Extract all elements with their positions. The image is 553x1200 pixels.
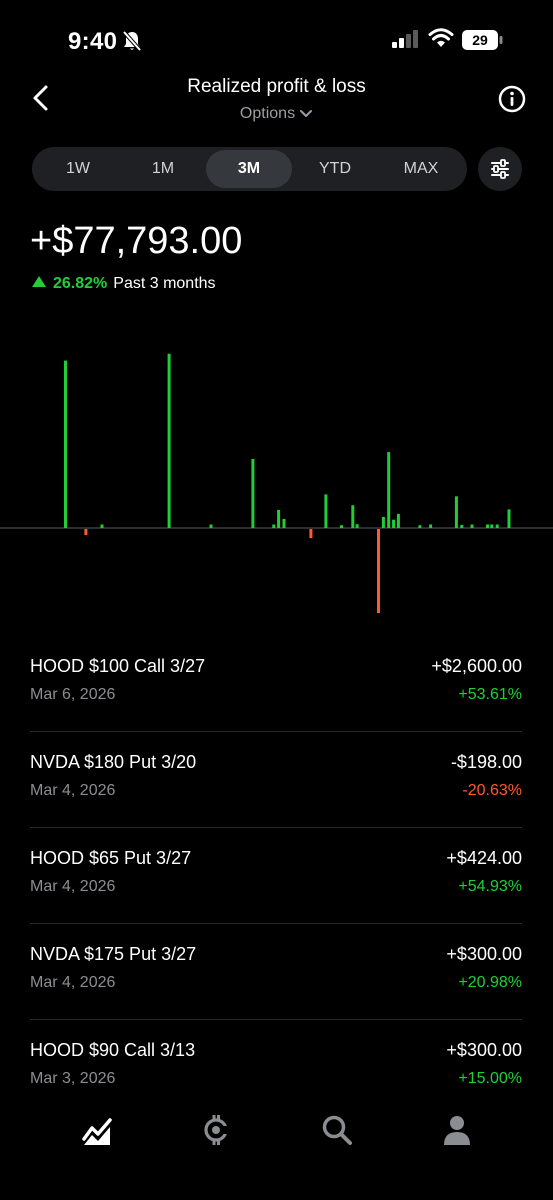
search-icon[interactable]: [320, 1113, 354, 1147]
battery-level: 29: [472, 32, 488, 48]
chart-bar[interactable]: [277, 509, 281, 528]
trade-date: Mar 4, 2026: [30, 782, 116, 799]
category-dropdown[interactable]: Options: [0, 105, 553, 123]
status-bar: 9:40 29: [0, 0, 553, 80]
wifi-icon: [428, 28, 454, 47]
sliders-icon: [491, 159, 509, 179]
change-summary: 26.82% Past 3 months: [32, 275, 216, 293]
trade-row[interactable]: HOOD $100 Call 3/27 Mar 6, 2026 +$2,600.…: [0, 636, 553, 732]
chart-bar[interactable]: [340, 525, 343, 528]
tab-1w[interactable]: 1W: [35, 150, 121, 188]
chart-bar[interactable]: [377, 529, 380, 613]
chart-bar[interactable]: [490, 524, 494, 529]
chart-bar[interactable]: [429, 524, 433, 529]
chevron-down-icon: [300, 109, 313, 117]
status-time: 9:40: [68, 28, 118, 55]
chart-bar[interactable]: [282, 519, 286, 528]
trade-value: +$424.00: [446, 848, 522, 868]
chart-bar[interactable]: [272, 524, 276, 529]
trade-date: Mar 4, 2026: [30, 974, 116, 991]
chart-bar[interactable]: [507, 509, 511, 528]
trade-percent: +15.00%: [458, 1070, 522, 1087]
trades-list: HOOD $100 Call 3/27 Mar 6, 2026 +$2,600.…: [0, 636, 553, 1116]
trade-value: -$198.00: [450, 752, 522, 772]
change-period: Past 3 months: [113, 275, 216, 292]
chart-bar[interactable]: [251, 459, 255, 528]
trade-date: Mar 3, 2026: [30, 1070, 116, 1087]
category-dropdown-label: Options: [239, 105, 296, 122]
trade-value: +$300.00: [446, 1040, 522, 1060]
total-realized-amount: +$77,793.00: [30, 220, 243, 262]
bell-muted-icon: [122, 30, 142, 52]
chart-bar[interactable]: [495, 524, 499, 529]
info-icon[interactable]: [497, 84, 527, 114]
trade-row[interactable]: NVDA $180 Put 3/20 Mar 4, 2026 -$198.00 …: [0, 732, 553, 828]
trade-date: Mar 6, 2026: [30, 686, 116, 703]
trade-name: NVDA $180 Put 3/20: [30, 752, 197, 772]
chart-bar[interactable]: [309, 529, 313, 539]
chart-bar[interactable]: [454, 496, 458, 528]
trade-value: +$300.00: [446, 944, 522, 964]
chart-bar[interactable]: [351, 505, 355, 528]
change-percent: 26.82%: [53, 275, 108, 292]
trade-row[interactable]: NVDA $175 Put 3/27 Mar 4, 2026 +$300.00 …: [0, 924, 553, 1020]
chart-bar[interactable]: [460, 524, 464, 528]
trade-date: Mar 4, 2026: [30, 878, 116, 895]
chart-bar[interactable]: [486, 524, 489, 529]
signal-icon: [392, 30, 418, 48]
chart-bar[interactable]: [355, 524, 359, 528]
up-triangle-icon: [32, 276, 46, 287]
filter-button[interactable]: [478, 147, 522, 191]
chart-bar[interactable]: [324, 494, 328, 528]
chart-bar[interactable]: [64, 360, 67, 528]
page-title: Realized profit & loss: [187, 76, 366, 97]
trade-name: HOOD $100 Call 3/27: [30, 656, 206, 676]
trade-value: +$2,600.00: [431, 656, 522, 676]
chart-bar[interactable]: [470, 524, 474, 529]
chart-bar[interactable]: [100, 524, 104, 529]
tab-max[interactable]: MAX: [378, 150, 464, 188]
tab-3m[interactable]: 3M: [206, 150, 292, 188]
trade-percent: -20.63%: [462, 782, 522, 799]
bottom-nav: [0, 1095, 553, 1200]
battery-icon: 29: [462, 30, 503, 50]
chart-bar[interactable]: [418, 525, 422, 528]
tab-1m[interactable]: 1M: [120, 150, 206, 188]
trade-percent: +54.93%: [458, 878, 522, 895]
chart-bar[interactable]: [167, 353, 171, 528]
chart-bar[interactable]: [396, 513, 400, 528]
trade-name: NVDA $175 Put 3/27: [30, 944, 197, 964]
chart-bar[interactable]: [209, 524, 213, 529]
chart-bar[interactable]: [84, 529, 88, 535]
chart-bar[interactable]: [381, 517, 385, 528]
trade-name: HOOD $90 Call 3/13: [30, 1040, 196, 1060]
chart-bar[interactable]: [392, 519, 396, 528]
tab-ytd[interactable]: YTD: [292, 150, 378, 188]
trade-percent: +20.98%: [458, 974, 522, 991]
trade-name: HOOD $65 Put 3/27: [30, 848, 192, 868]
pnl-bar-chart[interactable]: [0, 330, 553, 630]
range-selector: 1W 1M 3M YTD MAX: [32, 147, 467, 191]
chart-icon[interactable]: [80, 1113, 114, 1147]
trade-row[interactable]: HOOD $65 Put 3/27 Mar 4, 2026 +$424.00 +…: [0, 828, 553, 924]
trade-percent: +53.61%: [458, 686, 522, 703]
account-icon[interactable]: [440, 1113, 474, 1147]
crypto-icon[interactable]: [199, 1113, 233, 1147]
chart-bar[interactable]: [387, 452, 391, 528]
